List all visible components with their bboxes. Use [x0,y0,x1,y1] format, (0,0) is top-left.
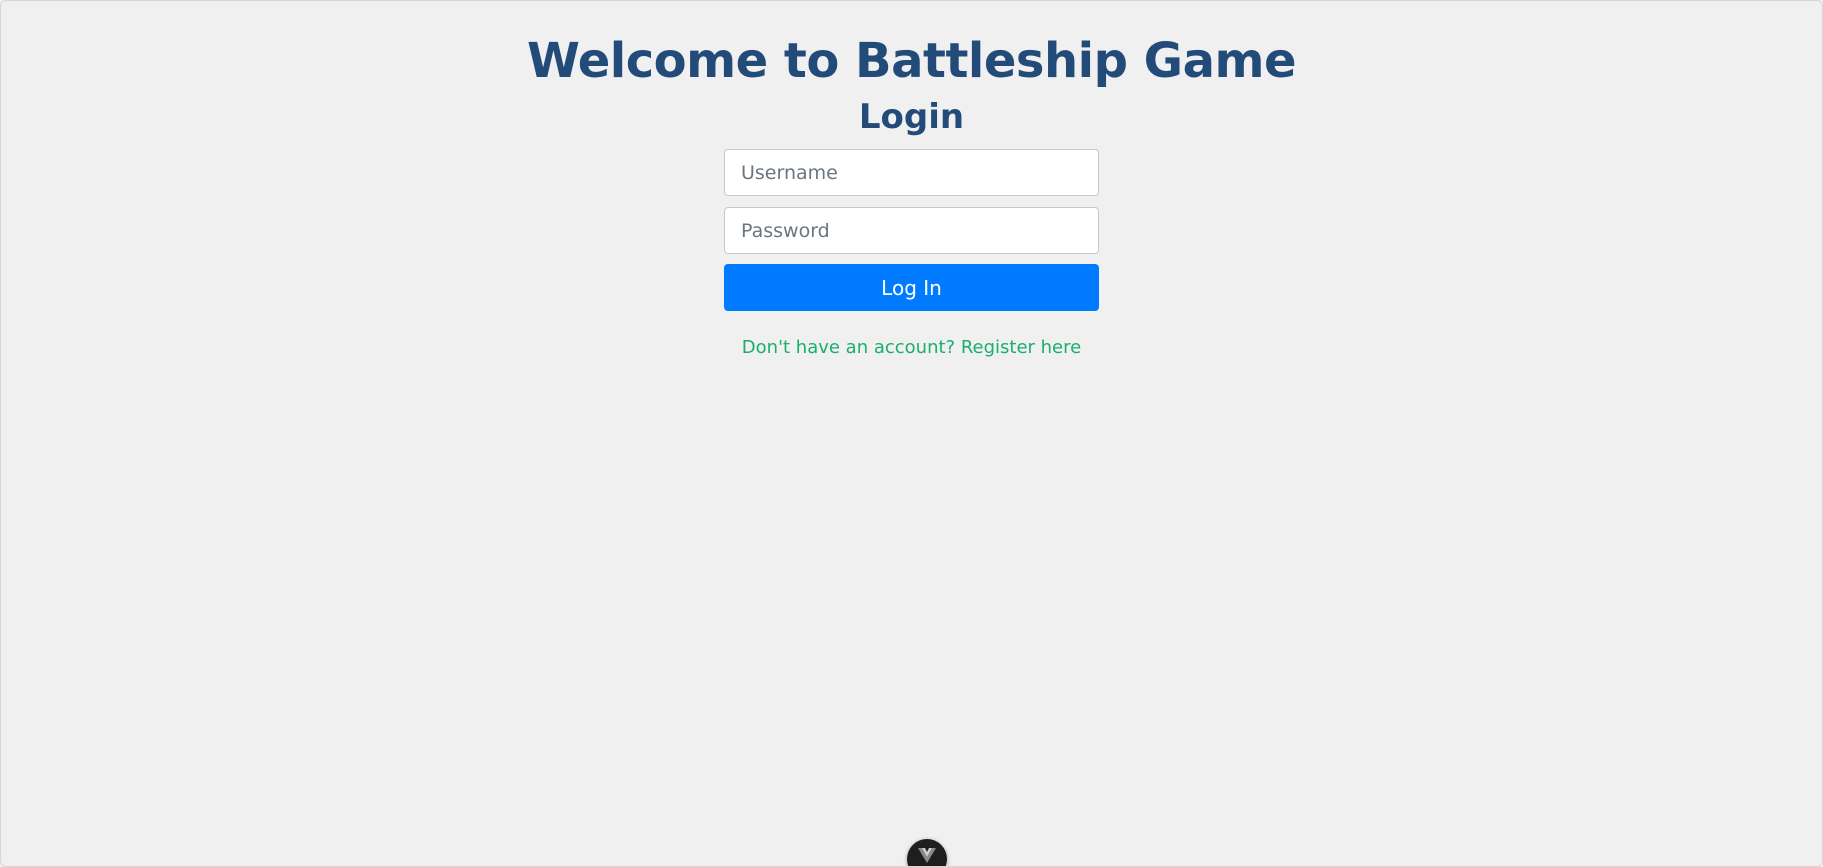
vue-logo-icon [918,839,936,866]
login-container: Welcome to Battleship Game Login Log In … [1,1,1822,358]
login-heading: Login [858,97,965,137]
password-input[interactable] [724,207,1099,254]
page-title: Welcome to Battleship Game [526,33,1297,89]
username-input[interactable] [724,149,1099,196]
register-link[interactable]: Don't have an account? Register here [742,337,1081,358]
login-button[interactable]: Log In [724,264,1099,311]
page: Welcome to Battleship Game Login Log In … [0,0,1823,867]
devtools-toggle-button[interactable] [907,839,947,866]
login-form: Log In [724,149,1099,311]
